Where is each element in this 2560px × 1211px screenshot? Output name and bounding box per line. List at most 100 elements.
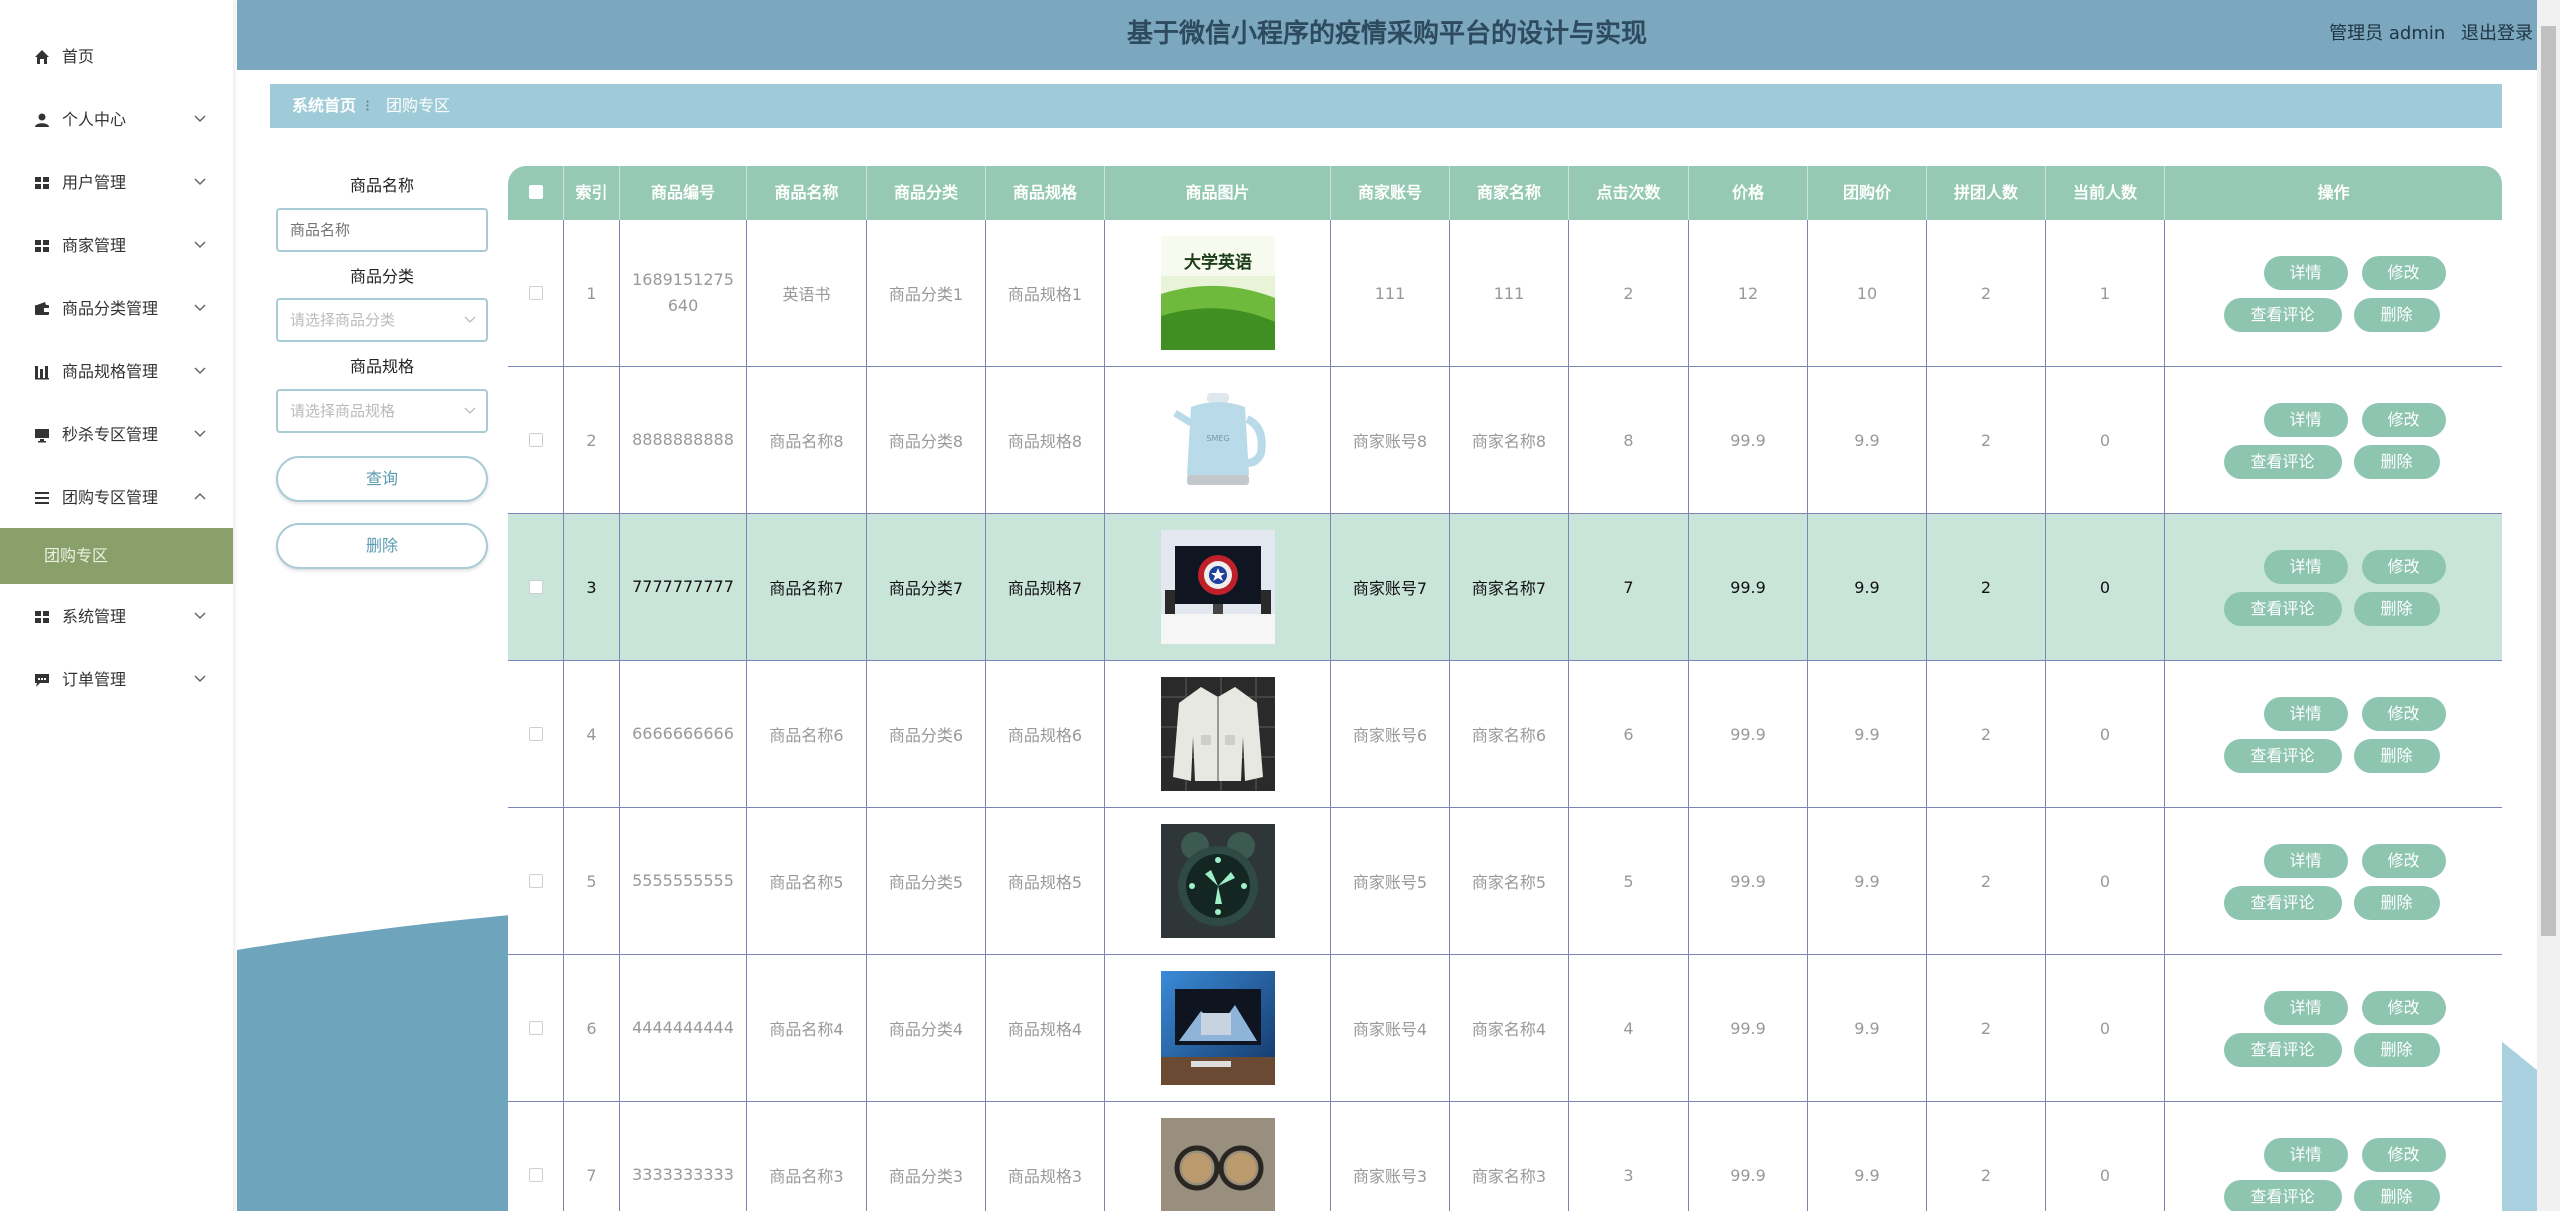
table-row: 5 5555555555 商品名称5 商品分类5 商品规格5 商家账号5 商家名… — [508, 808, 2502, 955]
row-delete-button[interactable]: 删除 — [2353, 445, 2440, 479]
cell-merchant-name: 商家名称6 — [1450, 661, 1569, 807]
chart-icon — [35, 366, 49, 380]
row-checkbox[interactable] — [528, 1168, 543, 1182]
detail-button[interactable]: 详情 — [2263, 1138, 2348, 1172]
edit-button[interactable]: 修改 — [2361, 697, 2446, 731]
breadcrumb-home[interactable]: 系统首页 — [292, 96, 356, 116]
cell-merchant-name: 商家名称7 — [1450, 514, 1569, 660]
cell-spec: 商品规格7 — [986, 514, 1105, 660]
category-select[interactable]: 请选择商品分类 — [276, 298, 488, 342]
scrollbar-thumb[interactable] — [2541, 26, 2556, 936]
cell-price: 99.9 — [1689, 661, 1808, 807]
view-reviews-button[interactable]: 查看评论 — [2223, 1033, 2342, 1067]
query-button[interactable]: 查询 — [276, 456, 488, 502]
detail-button[interactable]: 详情 — [2263, 256, 2348, 290]
sidebar-item-profile[interactable]: 个人中心 — [0, 100, 233, 140]
row-checkbox[interactable] — [528, 1021, 543, 1035]
detail-button[interactable]: 详情 — [2263, 991, 2348, 1025]
row-checkbox[interactable] — [528, 874, 543, 888]
sidebar-item-label: 个人中心 — [62, 110, 127, 129]
row-checkbox[interactable] — [528, 727, 543, 741]
category-label: 商品分类 — [349, 267, 414, 286]
cell-name: 商品名称3 — [747, 1102, 867, 1211]
cell-group-price: 9.9 — [1808, 661, 1927, 807]
sidebar-item-home[interactable]: 首页 — [0, 37, 233, 77]
sidebar-item-orders[interactable]: 订单管理 — [0, 660, 233, 700]
header-group-price: 团购价 — [1808, 166, 1927, 220]
view-reviews-button[interactable]: 查看评论 — [2223, 298, 2342, 332]
header-merchant-name: 商家名称 — [1450, 166, 1569, 220]
view-reviews-button[interactable]: 查看评论 — [2223, 592, 2342, 626]
cell-code: 1689151275640 — [620, 220, 747, 366]
cell-group-size: 2 — [1927, 808, 2046, 954]
header-actions: 操作 — [2317, 183, 2350, 202]
detail-button[interactable]: 详情 — [2263, 550, 2348, 584]
row-delete-button[interactable]: 删除 — [2353, 592, 2440, 626]
table-row: 4 6666666666 商品名称6 商品分类6 商品规格6 商家账号6 商家名… — [508, 661, 2502, 808]
detail-button[interactable]: 详情 — [2263, 844, 2348, 878]
sidebar-item-label: 商品分类管理 — [62, 299, 159, 318]
detail-button[interactable]: 详情 — [2263, 697, 2348, 731]
sidebar-item-label: 用户管理 — [62, 173, 127, 192]
cell-code: 4444444444 — [620, 955, 747, 1101]
view-reviews-button[interactable]: 查看评论 — [2223, 445, 2342, 479]
cell-code: 7777777777 — [620, 514, 747, 660]
cell-group-price: 10 — [1808, 220, 1927, 366]
view-reviews-button[interactable]: 查看评论 — [2223, 739, 2342, 773]
chevron-down-icon — [194, 430, 206, 438]
row-select-cell — [508, 367, 564, 513]
cell-current: 0 — [2046, 661, 2165, 807]
cell-code: 6666666666 — [620, 661, 747, 807]
row-delete-button[interactable]: 删除 — [2353, 739, 2440, 773]
table-row: 3 7777777777 商品名称7 商品分类7 商品规格7 商家账号7 商家名… — [508, 514, 2502, 661]
row-select-cell — [508, 514, 564, 660]
cell-merchant-account: 商家账号5 — [1331, 808, 1450, 954]
detail-button[interactable]: 详情 — [2263, 403, 2348, 437]
sidebar-item-system[interactable]: 系统管理 — [0, 597, 233, 637]
header-group-size: 拼团人数 — [1927, 166, 2046, 220]
sidebar-item-flash-sale[interactable]: 秒杀专区管理 — [0, 415, 233, 455]
cell-merchant-account: 商家账号8 — [1331, 367, 1450, 513]
row-delete-button[interactable]: 删除 — [2353, 886, 2440, 920]
spec-select[interactable]: 请选择商品规格 — [276, 389, 488, 433]
edit-button[interactable]: 修改 — [2361, 991, 2446, 1025]
product-name-input[interactable] — [276, 208, 488, 252]
sidebar-subitem-group-buy-zone[interactable]: 团购专区 — [0, 528, 233, 584]
chevron-down-icon — [464, 407, 476, 414]
row-checkbox[interactable] — [528, 580, 543, 594]
cell-group-size: 2 — [1927, 1102, 2046, 1211]
edit-button[interactable]: 修改 — [2361, 1138, 2446, 1172]
cell-current: 0 — [2046, 1102, 2165, 1211]
view-reviews-button[interactable]: 查看评论 — [2223, 1180, 2342, 1211]
edit-button[interactable]: 修改 — [2361, 844, 2446, 878]
edit-button[interactable]: 修改 — [2361, 256, 2446, 290]
cell-index: 4 — [564, 661, 620, 807]
logout-link[interactable]: 退出登录 — [2461, 23, 2533, 44]
cell-code: 3333333333 — [620, 1102, 747, 1211]
monitor-image — [1160, 530, 1275, 644]
sidebar-item-users[interactable]: 用户管理 — [0, 163, 233, 203]
row-checkbox[interactable] — [528, 433, 543, 447]
cell-code: 5555555555 — [620, 808, 747, 954]
sidebar-item-label: 订单管理 — [62, 670, 127, 689]
home-icon — [35, 50, 49, 64]
row-checkbox[interactable] — [528, 286, 543, 300]
row-delete-button[interactable]: 删除 — [2353, 1033, 2440, 1067]
cell-price: 99.9 — [1689, 514, 1808, 660]
row-delete-button[interactable]: 删除 — [2353, 1180, 2440, 1211]
edit-button[interactable]: 修改 — [2361, 550, 2446, 584]
sidebar-item-specs[interactable]: 商品规格管理 — [0, 352, 233, 392]
page-scrollbar[interactable] — [2537, 0, 2560, 1211]
row-delete-button[interactable]: 删除 — [2353, 298, 2440, 332]
sidebar: 首页 个人中心 用户管理 商家管理 商品分类管理 商品规格管理 秒杀专区管理 团… — [0, 0, 233, 1211]
select-all-checkbox[interactable] — [528, 185, 543, 199]
edit-button[interactable]: 修改 — [2361, 403, 2446, 437]
sidebar-item-group-buy[interactable]: 团购专区管理 — [0, 478, 233, 518]
sidebar-item-categories[interactable]: 商品分类管理 — [0, 289, 233, 329]
sidebar-item-merchants[interactable]: 商家管理 — [0, 226, 233, 266]
cell-image — [1105, 514, 1331, 660]
cell-group-price: 9.9 — [1808, 808, 1927, 954]
delete-button[interactable]: 删除 — [276, 523, 488, 569]
view-reviews-button[interactable]: 查看评论 — [2223, 886, 2342, 920]
top-header: 基于微信小程序的疫情采购平台的设计与实现 管理员 admin 退出登录 — [237, 0, 2537, 70]
